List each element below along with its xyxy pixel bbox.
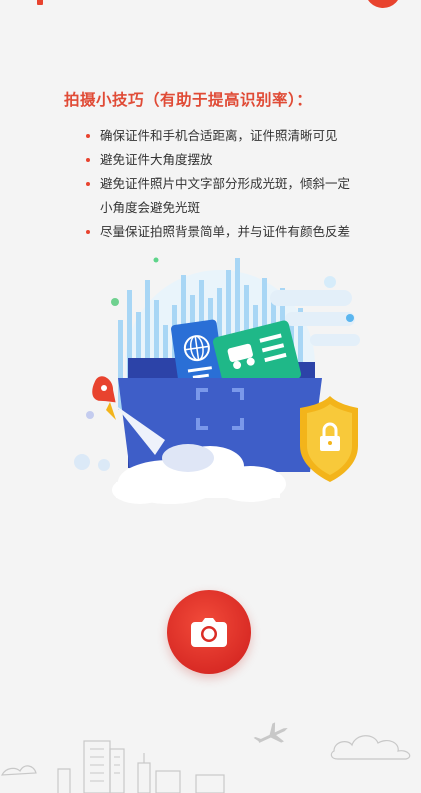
tip-text: 尽量保证拍照背景简单，并与证件有颜色反差 [100,224,351,239]
tip-text-continued: 小角度会避免光斑 [100,200,201,215]
pill-shape [270,290,352,306]
tip-item: 避免证件照片中文字部分形成光斑，倾斜一定 小角度会避免光斑 [86,172,386,220]
bullet-icon [86,134,90,138]
pill-shape [285,312,355,326]
tips-title: 拍摄小技巧（有助于提高识别率）： [64,91,313,109]
pill-shape [310,334,360,346]
airplane-icon [253,722,288,743]
scan-illustration [74,257,360,504]
tip-text: 避免证件照片中文字部分形成光斑，倾斜一定 [100,176,351,191]
bullet-icon [86,230,90,234]
bullet-icon [86,158,90,162]
camera-capture-button[interactable] [167,590,251,674]
camera-icon [191,618,227,647]
bullet-icon [86,182,90,186]
tip-item: 确保证件和手机合适距离，证件照清晰可见 [86,124,386,148]
tip-text: 确保证件和手机合适距离，证件照清晰可见 [100,128,338,143]
tip-text: 避免证件大角度摆放 [100,152,213,167]
tip-item: 尽量保证拍照背景简单，并与证件有颜色反差 [86,220,386,244]
header-action-icon[interactable] [365,0,401,8]
tip-item: 避免证件大角度摆放 [86,148,386,172]
city-skyline-decoration [0,722,411,793]
gear-icon[interactable] [22,0,58,8]
tips-list: 确保证件和手机合适距离，证件照清晰可见 避免证件大角度摆放 避免证件照片中文字部… [86,124,386,244]
